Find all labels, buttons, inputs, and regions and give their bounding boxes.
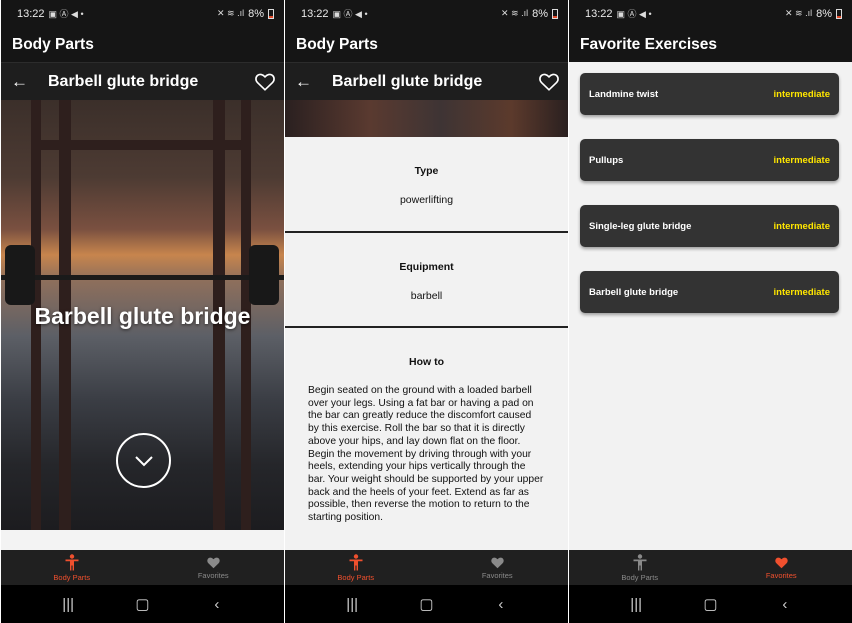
favorite-card[interactable]: Single-leg glute bridge intermediate	[580, 205, 839, 247]
exercise-title: Barbell glute bridge	[48, 72, 199, 90]
signal-icons: ✕ ≋ .ıl	[785, 8, 813, 18]
notification-icons: ▣ Ⓐ ◀ •	[332, 9, 368, 19]
favorite-name: Single-leg glute bridge	[589, 220, 692, 232]
favorite-card[interactable]: Pullups intermediate	[580, 139, 839, 181]
back-icon[interactable]: ‹	[205, 596, 229, 613]
detail-header: ← Barbell glute bridge	[285, 62, 568, 100]
favorite-name: Barbell glute bridge	[589, 286, 679, 298]
type-section: Type powerlifting	[285, 137, 568, 206]
system-navigation: ||| ▢ ‹	[285, 585, 568, 623]
favorite-level: intermediate	[773, 154, 831, 166]
notification-icons: ▣ Ⓐ ◀ •	[48, 9, 84, 19]
divider	[285, 326, 568, 328]
favorite-card[interactable]: Landmine twist intermediate	[580, 73, 839, 115]
tab-body-parts-label: Body Parts	[53, 572, 91, 582]
bottom-navigation: Body Parts Favorites	[569, 550, 852, 585]
chevron-down-icon	[134, 455, 153, 466]
howto-text: Begin seated on the ground with a loaded…	[308, 385, 544, 524]
tab-favorites-label: Favorites	[765, 571, 797, 580]
favorite-level: intermediate	[773, 88, 831, 100]
notification-icons: ▣ Ⓐ ◀ •	[616, 9, 652, 19]
signal-icons: ✕ ≋ .ıl	[501, 8, 529, 18]
favorite-level: intermediate	[773, 286, 831, 298]
favorite-card[interactable]: Barbell glute bridge intermediate	[580, 271, 839, 313]
tab-body-parts[interactable]: Body Parts	[1, 550, 143, 585]
back-icon[interactable]: ‹	[489, 596, 513, 613]
heart-icon	[207, 557, 220, 569]
tab-favorites[interactable]: Favorites	[711, 550, 852, 585]
hero-title: Barbell glute bridge	[34, 303, 251, 329]
status-time: 13:22	[301, 7, 329, 20]
type-value: powerlifting	[399, 194, 454, 206]
screen-exercise-hero: 13:22 ▣ Ⓐ ◀ • ✕ ≋ .ıl 8% Body Parts ← Ba…	[1, 0, 284, 623]
howto-label: How to	[409, 356, 444, 368]
status-time: 13:22	[585, 7, 613, 20]
status-bar: 13:22 ▣ Ⓐ ◀ • ✕ ≋ .ıl 8%	[1, 0, 284, 27]
screen-favorites: 13:22 ▣ Ⓐ ◀ • ✕ ≋ .ıl 8% Favorite Exerci…	[569, 0, 852, 623]
battery-icon	[552, 8, 558, 19]
battery-icon	[836, 8, 842, 19]
exercise-hero-image	[285, 100, 568, 137]
exercise-info: Type powerlifting Equipment barbell How …	[285, 137, 568, 550]
battery-icon	[268, 8, 274, 19]
equipment-section: Equipment barbell	[285, 233, 568, 302]
favorite-name: Landmine twist	[589, 88, 659, 100]
detail-header: ← Barbell glute bridge	[1, 62, 284, 100]
person-icon	[633, 553, 647, 570]
person-icon	[65, 553, 79, 570]
back-arrow-icon[interactable]: ←	[295, 72, 317, 92]
system-navigation: ||| ▢ ‹	[1, 585, 284, 623]
status-bar: 13:22 ▣ Ⓐ ◀ • ✕ ≋ .ıl 8%	[285, 0, 568, 27]
person-icon	[349, 553, 363, 570]
app-title: Body Parts	[1, 27, 284, 62]
recents-icon[interactable]: |||	[56, 596, 80, 613]
equipment-label: Equipment	[399, 261, 454, 273]
tab-favorites-label: Favorites	[197, 571, 229, 580]
content-peek	[1, 530, 284, 550]
signal-icons: ✕ ≋ .ıl	[217, 8, 245, 18]
bottom-navigation: Body Parts Favorites	[1, 550, 284, 585]
heart-outline-icon[interactable]	[254, 71, 276, 93]
recents-icon[interactable]: |||	[624, 596, 648, 613]
battery-level: 8%	[532, 7, 548, 20]
heart-icon	[775, 557, 788, 569]
status-bar: 13:22 ▣ Ⓐ ◀ • ✕ ≋ .ıl 8%	[569, 0, 852, 27]
battery-level: 8%	[816, 7, 832, 20]
status-time: 13:22	[17, 7, 45, 20]
tab-body-parts[interactable]: Body Parts	[569, 550, 711, 585]
back-arrow-icon[interactable]: ←	[11, 72, 33, 92]
home-icon[interactable]: ▢	[130, 595, 154, 613]
home-icon[interactable]: ▢	[698, 595, 722, 613]
back-icon[interactable]: ‹	[773, 596, 797, 613]
app-title: Body Parts	[285, 27, 568, 62]
system-navigation: ||| ▢ ‹	[569, 585, 852, 623]
equipment-value: barbell	[410, 290, 443, 302]
tab-body-parts-label: Body Parts	[621, 572, 659, 582]
heart-icon	[491, 557, 504, 569]
scroll-down-button[interactable]	[116, 433, 171, 488]
battery-level: 8%	[248, 7, 264, 20]
heart-outline-icon[interactable]	[538, 71, 560, 93]
recents-icon[interactable]: |||	[340, 596, 364, 613]
exercise-title: Barbell glute bridge	[332, 72, 483, 90]
tab-favorites[interactable]: Favorites	[427, 550, 569, 585]
type-label: Type	[414, 165, 439, 177]
tab-favorites-label: Favorites	[481, 571, 513, 580]
tab-favorites[interactable]: Favorites	[143, 550, 285, 585]
bottom-navigation: Body Parts Favorites	[285, 550, 568, 585]
favorite-name: Pullups	[589, 154, 624, 166]
screen-exercise-details: 13:22 ▣ Ⓐ ◀ • ✕ ≋ .ıl 8% Body Parts ← Ba…	[285, 0, 568, 623]
app-title: Favorite Exercises	[569, 27, 852, 62]
favorite-level: intermediate	[773, 220, 831, 232]
tab-body-parts[interactable]: Body Parts	[285, 550, 427, 585]
howto-section: How to Begin seated on the ground with a…	[285, 356, 568, 525]
home-icon[interactable]: ▢	[414, 595, 438, 613]
favorites-list: Landmine twist intermediate Pullups inte…	[569, 62, 852, 550]
tab-body-parts-label: Body Parts	[337, 572, 375, 582]
exercise-hero-image: Barbell glute bridge	[1, 100, 284, 530]
